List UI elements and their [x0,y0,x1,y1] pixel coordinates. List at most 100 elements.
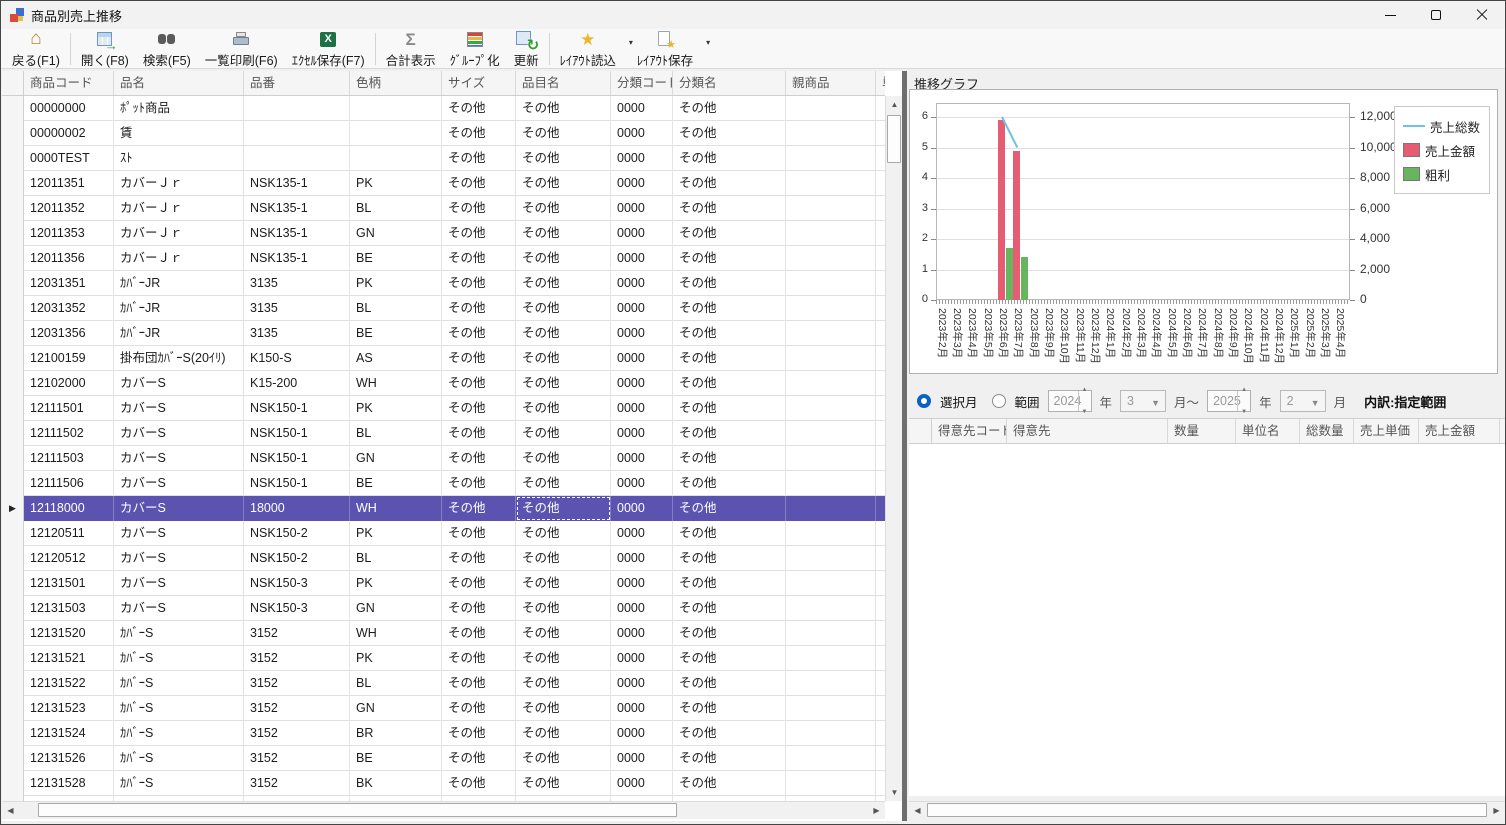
row-selector[interactable] [2,96,24,121]
cell-product_name[interactable]: カバーS [114,496,244,521]
table-row[interactable]: 12011356カバーＪｒNSK135-1BEその他その他0000その他 [2,246,885,271]
cell-color_pattern[interactable]: BL [350,546,442,571]
cell-item_name[interactable]: その他 [516,171,611,196]
cell-product_name[interactable]: カバーＪｒ [114,246,244,271]
grouping-button[interactable]: ｸﾞﾙｰﾌﾟ化 [443,30,507,68]
cell-class_code[interactable]: 0000 [611,146,673,171]
row-selector[interactable] [2,196,24,221]
cell-product_name[interactable]: カバーS [114,371,244,396]
cell-parent_product[interactable] [786,346,876,371]
row-selector[interactable] [2,146,24,171]
cell-class_name[interactable]: その他 [673,121,786,146]
cell-class_name[interactable]: その他 [673,546,786,571]
cell-unit[interactable] [876,471,885,496]
cell-size[interactable]: その他 [442,221,516,246]
cell-size[interactable]: その他 [442,246,516,271]
cell-item_number[interactable]: 3152 [244,696,350,721]
column-header-size[interactable]: サイズ [442,71,516,96]
cell-product_name[interactable]: ｶﾊﾞｰS [114,621,244,646]
cell-item_number[interactable]: K150-S [244,346,350,371]
cell-unit[interactable] [876,396,885,421]
cell-class_name[interactable]: その他 [673,746,786,771]
cell-item_number[interactable]: 3152 [244,721,350,746]
table-row[interactable]: 12131524ｶﾊﾞｰS3152BRその他その他0000その他 [2,721,885,746]
cell-class_code[interactable]: 0000 [611,646,673,671]
cell-color_pattern[interactable]: AS [350,346,442,371]
cell-item_name[interactable]: その他 [516,546,611,571]
cell-unit[interactable] [876,721,885,746]
cell-parent_product[interactable] [786,171,876,196]
cell-color_pattern[interactable]: GN [350,221,442,246]
cell-color_pattern[interactable]: WH [350,621,442,646]
cell-color_pattern[interactable]: BR [350,721,442,746]
table-row[interactable]: 12111506カバーSNSK150-1BEその他その他0000その他 [2,471,885,496]
cell-color_pattern[interactable]: PK [350,646,442,671]
table-row[interactable]: 12011351カバーＪｒNSK135-1PKその他その他0000その他 [2,171,885,196]
table-row[interactable]: 0000TESTｽﾄその他その他0000その他 [2,146,885,171]
row-selector[interactable] [2,771,24,796]
row-selector[interactable] [2,221,24,246]
row-selector[interactable] [2,621,24,646]
cell-item_name[interactable]: その他 [516,121,611,146]
cell-size[interactable]: その他 [442,321,516,346]
cell-product_name[interactable]: ｶﾊﾞｰS [114,746,244,771]
cell-product_name[interactable]: ｶﾊﾞｰJR [114,321,244,346]
row-selector[interactable] [2,396,24,421]
cell-item_name[interactable]: その他 [516,296,611,321]
cell-color_pattern[interactable]: BL [350,296,442,321]
cell-unit[interactable] [876,146,885,171]
cell-item_name[interactable]: その他 [516,146,611,171]
cell-unit[interactable] [876,221,885,246]
table-row[interactable]: 12111502カバーSNSK150-1BLその他その他0000その他 [2,421,885,446]
column-header-unit[interactable]: 単位 [876,71,885,96]
cell-class_name[interactable]: その他 [673,96,786,121]
cell-parent_product[interactable] [786,321,876,346]
cell-product_code[interactable]: 12131528 [24,771,114,796]
row-selector[interactable] [2,321,24,346]
cell-size[interactable]: その他 [442,546,516,571]
table-row[interactable]: 12131503カバーSNSK150-3GNその他その他0000その他 [2,596,885,621]
vscroll-thumb[interactable] [887,115,901,163]
table-row[interactable]: 12120512カバーSNSK150-2BLその他その他0000その他 [2,546,885,571]
cell-parent_product[interactable] [786,196,876,221]
cell-item_name[interactable]: その他 [516,646,611,671]
cell-class_name[interactable]: その他 [673,571,786,596]
cell-product_code[interactable]: 12131523 [24,696,114,721]
cell-item_number[interactable] [244,121,350,146]
cell-parent_product[interactable] [786,96,876,121]
cell-unit[interactable] [876,171,885,196]
cell-item_number[interactable]: 3152 [244,771,350,796]
print-list-button[interactable]: 一覧印刷(F6) [198,30,285,68]
cell-parent_product[interactable] [786,221,876,246]
cell-size[interactable]: その他 [442,171,516,196]
cell-product_code[interactable]: 12011353 [24,221,114,246]
cell-item_name[interactable]: その他 [516,446,611,471]
scroll-left-icon[interactable]: ◀ [909,802,926,819]
spinner-arrows-icon[interactable]: ▲▼ [1078,391,1091,411]
cell-unit[interactable] [876,546,885,571]
scroll-up-icon[interactable]: ▲ [886,96,903,113]
column-header-parent_product[interactable]: 親商品 [786,71,876,96]
cell-item_name[interactable]: その他 [516,396,611,421]
cell-item_name[interactable]: その他 [516,771,611,796]
cell-unit[interactable] [876,96,885,121]
cell-product_name[interactable]: カバーS [114,396,244,421]
cell-class_code[interactable]: 0000 [611,746,673,771]
cell-parent_product[interactable] [786,646,876,671]
row-selector[interactable] [2,721,24,746]
cell-item_name[interactable]: その他 [516,196,611,221]
maximize-button[interactable] [1413,1,1459,29]
cell-product_code[interactable]: 12131521 [24,646,114,671]
cell-parent_product[interactable] [786,121,876,146]
cell-unit[interactable] [876,446,885,471]
scroll-right-icon[interactable]: ▶ [868,802,885,819]
selected-row-indicator[interactable]: ▶ [2,496,24,521]
cell-product_name[interactable]: カバーS [114,446,244,471]
from-month-select[interactable]: 3▼ [1120,390,1166,412]
cell-size[interactable]: その他 [442,196,516,221]
cell-parent_product[interactable] [786,696,876,721]
cell-color_pattern[interactable]: GN [350,596,442,621]
cell-parent_product[interactable] [786,671,876,696]
cell-class_name[interactable]: その他 [673,471,786,496]
cell-item_number[interactable]: NSK150-1 [244,446,350,471]
